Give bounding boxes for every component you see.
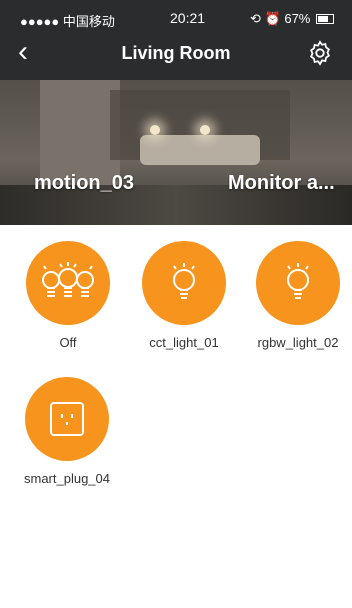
status-bar: ●●●●● 中国移动 20:21 ⟲ ⏰ 67% xyxy=(0,8,352,29)
device-label: rgbw_light_02 xyxy=(257,335,339,350)
device-tile-cct-light[interactable]: cct_light_01 xyxy=(134,241,234,350)
bulb-icon xyxy=(173,263,195,299)
lock-rotation-icon: ⟲ xyxy=(250,11,261,26)
device-icon-circle[interactable] xyxy=(26,241,110,325)
battery-percent: 67% xyxy=(284,11,311,26)
room-sofa xyxy=(140,135,260,165)
plug-icon xyxy=(50,402,84,436)
device-tile-off[interactable]: Off xyxy=(18,241,118,350)
navigation-bar: ‹ Living Room xyxy=(0,33,352,73)
triple-bulb-icon xyxy=(42,262,94,297)
battery-icon xyxy=(316,14,334,24)
device-tile-smart-plug[interactable]: smart_plug_04 xyxy=(17,377,117,486)
motion-sensor-label[interactable]: motion_03 xyxy=(34,172,134,195)
device-icon-circle[interactable] xyxy=(25,377,109,461)
device-label: cct_light_01 xyxy=(149,335,219,350)
time-label: 20:21 xyxy=(170,10,206,26)
room-light xyxy=(150,125,160,135)
device-tile-rgbw-light[interactable]: rgbw_light_02 xyxy=(248,241,348,350)
alarm-icon: ⏰ xyxy=(264,11,281,26)
monitor-label[interactable]: Monitor a... xyxy=(228,172,348,195)
device-label: smart_plug_04 xyxy=(24,471,110,486)
battery-status: ⟲ ⏰ 67% xyxy=(250,11,334,27)
room-image[interactable]: motion_03 Monitor a... xyxy=(0,80,352,225)
device-icon-circle[interactable] xyxy=(142,241,226,325)
device-label: Off xyxy=(59,335,77,350)
settings-gear-icon[interactable] xyxy=(306,39,334,67)
room-light xyxy=(200,125,210,135)
bulb-icon xyxy=(287,263,309,299)
device-icon-circle[interactable] xyxy=(256,241,340,325)
top-bar: ●●●●● 中国移动 20:21 ⟲ ⏰ 67% ‹ Living Room xyxy=(0,0,352,80)
page-title: Living Room xyxy=(121,43,231,63)
carrier-label: ●●●●● 中国移动 xyxy=(20,14,115,29)
